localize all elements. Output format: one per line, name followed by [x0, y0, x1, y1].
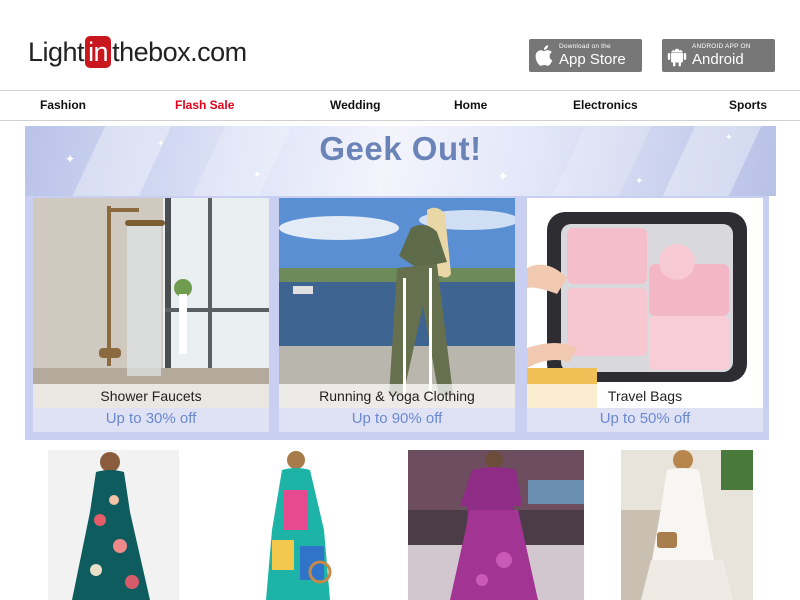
android-big-text: Android	[692, 51, 744, 69]
apple-icon	[529, 45, 559, 66]
site-header: Light in thebox .com Download on the App St…	[0, 0, 800, 90]
product-card[interactable]	[621, 450, 753, 600]
product-image	[408, 450, 584, 600]
geek-out-banner[interactable]: ✦ ✦ ✦ ✦ ✦ ✦ Geek Out!	[25, 126, 776, 196]
product-card[interactable]	[48, 450, 179, 600]
promo-card-running-yoga[interactable]: Running & Yoga Clothing Up to 90% off	[279, 198, 515, 432]
app-store-small-text: Download on the	[559, 42, 611, 50]
nav-item-electronics[interactable]: Electronics	[573, 98, 638, 112]
promo-discount: Up to 90% off	[279, 408, 515, 432]
nav-item-wedding[interactable]: Wedding	[330, 98, 380, 112]
android-app-button[interactable]: ANDROID APP ON Android	[662, 39, 775, 72]
nav-item-home[interactable]: Home	[454, 98, 487, 112]
sparkle-icon: ✦	[497, 168, 509, 184]
promo-card-travel-bags[interactable]: Travel Bags Up to 50% off	[527, 198, 763, 432]
main-nav: Fashion Flash Sale Wedding Home Electron…	[0, 90, 800, 121]
product-card[interactable]	[264, 450, 332, 600]
logo-text-light: Light	[28, 36, 85, 67]
banner-title: Geek Out!	[319, 130, 482, 167]
promo-discount: Up to 50% off	[527, 408, 763, 432]
app-store-button[interactable]: Download on the App Store	[529, 39, 642, 72]
yoga-clothing-image	[279, 198, 515, 408]
promo-label: Travel Bags	[527, 384, 763, 408]
promo-card-shower-faucets[interactable]: Shower Faucets Up to 30% off	[33, 198, 269, 432]
logo-text-thebox: thebox	[112, 36, 191, 67]
product-image	[264, 450, 332, 600]
sparkle-icon: ✦	[253, 170, 262, 181]
product-image	[621, 450, 753, 600]
travel-bags-image	[527, 198, 763, 408]
logo-text-in: in	[85, 36, 112, 68]
promo-label: Running & Yoga Clothing	[279, 384, 515, 408]
nav-item-flash-sale[interactable]: Flash Sale	[175, 98, 234, 112]
nav-item-sports[interactable]: Sports	[729, 98, 767, 112]
promo-label: Shower Faucets	[33, 384, 269, 408]
product-card[interactable]	[408, 450, 584, 600]
sparkle-icon: ✦	[635, 176, 644, 187]
android-icon	[662, 45, 692, 67]
logo-text-com: .com	[190, 36, 247, 67]
site-logo[interactable]: Light in thebox .com	[28, 34, 247, 70]
app-store-big-text: App Store	[559, 51, 626, 69]
android-small-text: ANDROID APP ON	[692, 42, 751, 50]
promo-discount: Up to 30% off	[33, 408, 269, 432]
product-image	[48, 450, 179, 600]
shower-faucet-image	[33, 198, 269, 408]
nav-item-fashion[interactable]: Fashion	[40, 98, 86, 112]
